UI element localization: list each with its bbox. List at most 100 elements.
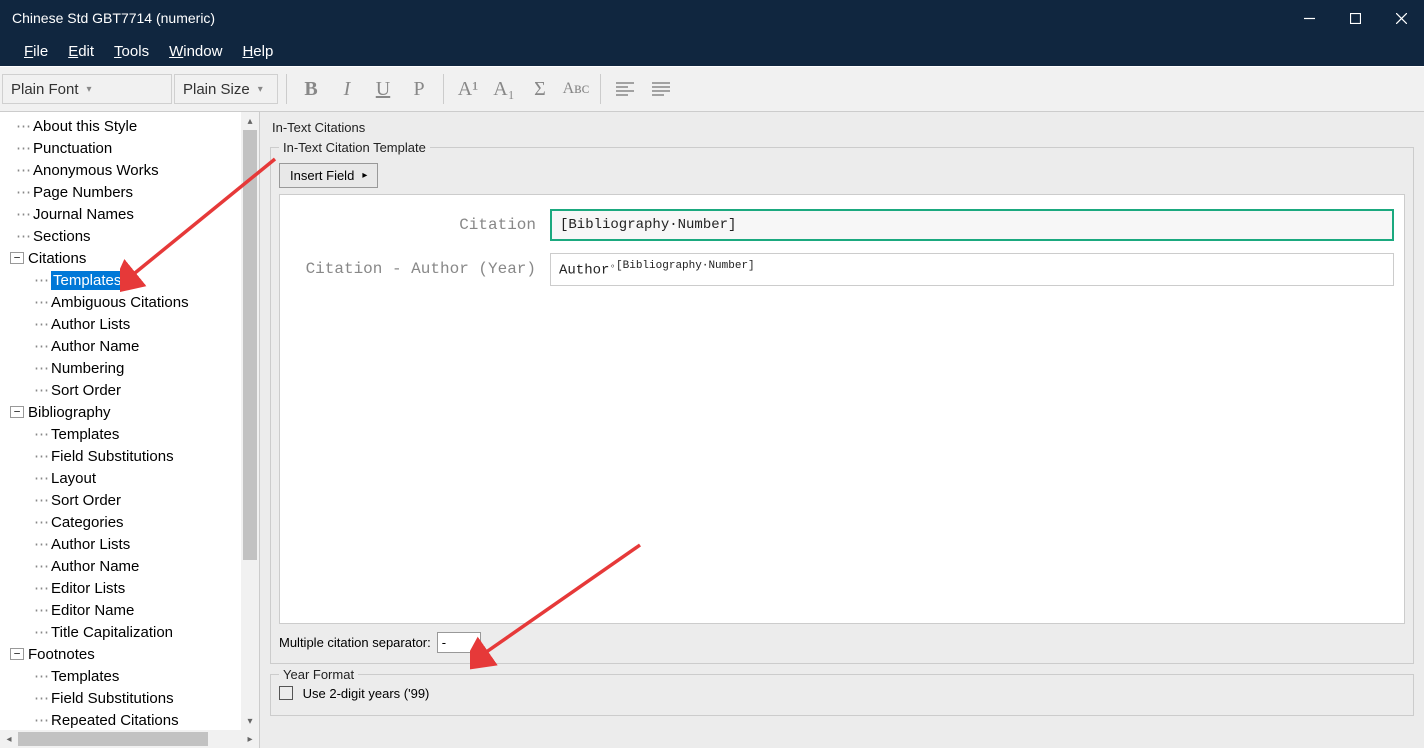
tree-item[interactable]: ⋯Repeated Citations (0, 709, 259, 730)
expand-icon[interactable]: − (10, 406, 24, 418)
tree-item[interactable]: −Bibliography (0, 401, 259, 423)
tree-item-label: Sort Order (51, 382, 121, 399)
tree-item[interactable]: ⋯Author Name (0, 335, 259, 357)
tree-item-label: Journal Names (33, 206, 134, 223)
citation-label: Citation (290, 216, 550, 234)
tree-item[interactable]: ⋯Editor Lists (0, 577, 259, 599)
tree-item[interactable]: ⋯Field Substitutions (0, 687, 259, 709)
tree-item[interactable]: ⋯Page Numbers (0, 181, 259, 203)
align-left-button[interactable] (607, 71, 643, 107)
tree-item-label: Author Lists (51, 536, 130, 553)
tree-item[interactable]: ⋯Sections (0, 225, 259, 247)
scroll-left-icon[interactable]: ◂ (0, 730, 18, 748)
tree-item[interactable]: ⋯Sort Order (0, 489, 259, 511)
tree-item[interactable]: ⋯Templates (0, 269, 259, 291)
menu-help[interactable]: Help (232, 39, 283, 64)
tree-item[interactable]: ⋯Author Name (0, 555, 259, 577)
toolbar-separator (600, 74, 601, 104)
tree-item-label: Categories (51, 514, 124, 531)
tree-item[interactable]: ⋯Numbering (0, 357, 259, 379)
tree-item-label: Anonymous Works (33, 162, 159, 179)
citation-ay-input[interactable]: Author◦[Bibliography·Number] (550, 253, 1394, 286)
tree-item[interactable]: ⋯Author Lists (0, 533, 259, 555)
scroll-thumb[interactable] (243, 130, 257, 560)
chevron-down-icon: ▾ (258, 84, 263, 95)
template-editor: Citation [Bibliography·Number] Citation … (279, 194, 1405, 624)
year-format-label: Use 2-digit years ('99) (303, 686, 430, 701)
smallcaps-button[interactable]: Aʙᴄ (558, 71, 594, 107)
symbol-button[interactable]: Σ (522, 71, 558, 107)
scroll-up-icon[interactable]: ▴ (241, 112, 259, 130)
menu-window[interactable]: Window (159, 39, 232, 64)
italic-button[interactable]: I (329, 71, 365, 107)
window-title: Chinese Std GBT7714 (numeric) (12, 10, 215, 26)
template-fieldset: In-Text Citation Template Insert Field ▸… (270, 147, 1414, 664)
vertical-scrollbar[interactable]: ▴ ▾ (241, 112, 259, 730)
citation-author-year-row: Citation - Author (Year) Author◦[Bibliog… (290, 253, 1394, 286)
font-name-value: Plain Font (11, 81, 79, 98)
tree-item-label: Author Name (51, 558, 139, 575)
tree-item-label: Editor Lists (51, 580, 125, 597)
superscript-button[interactable]: A¹ (450, 71, 486, 107)
font-size-select[interactable]: Plain Size ▾ (174, 74, 278, 104)
citation-input[interactable]: [Bibliography·Number] (550, 209, 1394, 241)
menu-tools[interactable]: Tools (104, 39, 159, 64)
tree-item[interactable]: ⋯Templates (0, 665, 259, 687)
tree-item-label: Editor Name (51, 602, 134, 619)
tree-item-label: Templates (51, 668, 119, 685)
sidebar: ⋯About this Style⋯Punctuation⋯Anonymous … (0, 112, 260, 748)
tree-item[interactable]: ⋯Title Capitalization (0, 621, 259, 643)
bold-button[interactable]: B (293, 71, 329, 107)
tree-item[interactable]: ⋯Field Substitutions (0, 445, 259, 467)
tree-item[interactable]: ⋯Author Lists (0, 313, 259, 335)
maximize-button[interactable] (1332, 0, 1378, 36)
menu-file[interactable]: File (14, 39, 58, 64)
expand-icon[interactable]: − (10, 648, 24, 660)
tree-item[interactable]: ⋯Layout (0, 467, 259, 489)
minimize-button[interactable] (1286, 0, 1332, 36)
tree-item-label: Footnotes (28, 646, 95, 663)
separator-input[interactable] (437, 632, 481, 653)
tree-item[interactable]: ⋯About this Style (0, 115, 259, 137)
tree-item[interactable]: ⋯Sort Order (0, 379, 259, 401)
tree-item-label: Ambiguous Citations (51, 294, 189, 311)
tree-item[interactable]: ⋯Anonymous Works (0, 159, 259, 181)
tree-item[interactable]: ⋯Categories (0, 511, 259, 533)
scroll-down-icon[interactable]: ▾ (241, 712, 259, 730)
toolbar: Plain Font ▾ Plain Size ▾ B I U P A¹ A₁ … (0, 66, 1424, 112)
tree-item-label: Numbering (51, 360, 124, 377)
scroll-right-icon[interactable]: ▸ (241, 730, 259, 748)
year-format-legend: Year Format (279, 667, 358, 682)
align-justify-button[interactable] (643, 71, 679, 107)
subscript-button[interactable]: A₁ (486, 71, 522, 107)
close-button[interactable] (1378, 0, 1424, 36)
tree-item[interactable]: ⋯Ambiguous Citations (0, 291, 259, 313)
template-legend: In-Text Citation Template (279, 140, 430, 155)
insert-field-button[interactable]: Insert Field ▸ (279, 163, 378, 188)
plain-button[interactable]: P (401, 71, 437, 107)
tree-item[interactable]: −Footnotes (0, 643, 259, 665)
year-format-checkbox[interactable] (279, 686, 293, 700)
separator-label: Multiple citation separator: (279, 635, 431, 650)
tree-item[interactable]: ⋯Templates (0, 423, 259, 445)
tree-item-label: Author Name (51, 338, 139, 355)
tree-item[interactable]: ⋯Punctuation (0, 137, 259, 159)
tree-item[interactable]: ⋯Journal Names (0, 203, 259, 225)
underline-button[interactable]: U (365, 71, 401, 107)
menu-edit[interactable]: Edit (58, 39, 104, 64)
tree-item[interactable]: −Citations (0, 247, 259, 269)
tree-item-label: Field Substitutions (51, 448, 174, 465)
expand-icon[interactable]: − (10, 252, 24, 264)
scroll-thumb[interactable] (18, 732, 208, 746)
horizontal-scrollbar[interactable]: ◂ ▸ (0, 730, 259, 748)
style-tree[interactable]: ⋯About this Style⋯Punctuation⋯Anonymous … (0, 112, 259, 730)
font-name-select[interactable]: Plain Font ▾ (2, 74, 172, 104)
tree-item-label: Page Numbers (33, 184, 133, 201)
tree-item-label: Author Lists (51, 316, 130, 333)
tree-item[interactable]: ⋯Editor Name (0, 599, 259, 621)
separator-row: Multiple citation separator: (279, 632, 1405, 653)
insert-field-label: Insert Field (290, 168, 354, 183)
tree-item-label: Templates (51, 426, 119, 443)
tree-item-label: About this Style (33, 118, 137, 135)
citation-ay-label: Citation - Author (Year) (290, 260, 550, 278)
